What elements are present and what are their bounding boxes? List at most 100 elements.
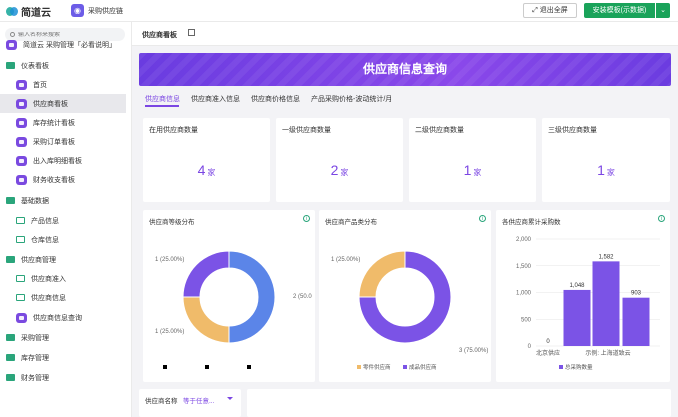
sidebar-item[interactable]: 供应商看板: [0, 94, 126, 113]
dashboard-icon: [16, 155, 27, 166]
tab-supplier-admission[interactable]: 供应商准入信息: [191, 94, 240, 104]
kpi-label: 二级供应商数量: [415, 127, 464, 134]
kpi-value: 1: [597, 162, 605, 178]
legend-label: 成品供应商: [409, 363, 437, 371]
sidebar-item[interactable]: 仪表看板: [0, 56, 126, 75]
tab-supplier-price[interactable]: 供应商价格信息: [251, 94, 300, 104]
chart-card-product: 供应商产品类分布 i 1 (25.00%) 3 (75.00%) 零件供应商 成品供应…: [319, 210, 491, 382]
kpi-unit: 家: [207, 168, 216, 177]
kpi-value: 4: [197, 162, 206, 178]
bar-value-label: 0: [546, 339, 550, 345]
data-label: 2 (50.0: [293, 294, 312, 300]
kpi-value: 2: [330, 162, 339, 178]
legend-swatch: [559, 365, 563, 369]
sidebar-item[interactable]: 财务收支看板: [0, 170, 126, 189]
sidebar-item[interactable]: 仓库信息: [0, 230, 126, 249]
dashboard-icon: [16, 174, 27, 185]
y-tick-label: 2,000: [516, 237, 532, 243]
dashboard-panel: 供应商信息 供应商准入信息 供应商价格信息 产品采购价格-波动统计/月 在用供应…: [139, 86, 671, 417]
exit-fullscreen-button[interactable]: ⤢ 退出全屏: [523, 3, 577, 18]
bar-value-label: 1,582: [598, 254, 614, 260]
content-tabs: 供应商信息 供应商准入信息 供应商价格信息 产品采购价格-波动统计/月: [139, 86, 671, 108]
data-label: 1 (25.00%): [331, 257, 360, 263]
legend-swatch: [247, 365, 251, 369]
kpi-unit: 家: [340, 168, 349, 177]
sidebar-item[interactable]: 基础数据: [0, 191, 126, 210]
sidebar-item[interactable]: 产品信息: [0, 211, 126, 230]
tab-supplier-info[interactable]: 供应商信息: [145, 94, 180, 104]
folder-icon: [6, 256, 15, 263]
chart-title: 供应商等级分布: [149, 219, 195, 226]
kpi-label: 在用供应商数量: [149, 127, 198, 134]
exit-fullscreen-label: 退出全屏: [539, 7, 568, 14]
app-icon: ◉: [71, 4, 84, 17]
kpi-card: 二级供应商数量 1家: [409, 118, 536, 202]
results-area: [247, 389, 671, 417]
sidebar-item[interactable]: 简道云 采购管理「必看说明」: [0, 35, 126, 54]
dashboard-icon: [16, 117, 27, 128]
page-icon: [6, 39, 17, 50]
tab-price-fluctuation[interactable]: 产品采购价格-波动统计/月: [311, 94, 392, 104]
sidebar-item[interactable]: 库存统计看板: [0, 113, 126, 132]
dashboard-icon: [16, 79, 27, 90]
filter-value: 等于任意...: [183, 398, 215, 405]
banner: 供应商信息查询: [139, 53, 671, 86]
bar-value-label: 903: [631, 291, 642, 297]
sidebar-item-label: 采购订单看板: [33, 138, 75, 146]
legend-swatch: [403, 365, 407, 369]
app-name: 采购供应链: [88, 7, 123, 15]
bar: [592, 261, 620, 346]
sidebar-item-label: 简道云 采购管理「必看说明」: [23, 41, 116, 49]
sidebar-item[interactable]: 库存管理: [0, 348, 126, 367]
info-icon[interactable]: i: [479, 215, 486, 222]
sidebar-item[interactable]: 供应商信息: [0, 288, 126, 307]
sidebar-item[interactable]: 供应商管理: [0, 250, 126, 269]
chart-title: 各供应商累计采购数: [502, 219, 561, 226]
install-template-dropdown[interactable]: ⌄: [656, 3, 670, 18]
kpi-value: 1: [463, 162, 472, 178]
y-tick-label: 1,500: [516, 264, 532, 270]
sidebar-item[interactable]: 首页: [0, 75, 126, 94]
bar-value-label: 1,048: [569, 283, 585, 289]
sidebar-item[interactable]: 采购管理: [0, 328, 126, 347]
donut-chart-product: 1 (25.00%) 3 (75.00%) 零件供应商 成品供应商: [331, 250, 488, 371]
sidebar-item-label: 出入库明细看板: [33, 157, 82, 165]
sidebar-item[interactable]: 出入库明细看板: [0, 151, 126, 170]
sidebar-item[interactable]: 供应商准入: [0, 269, 126, 288]
sidebar-item[interactable]: 财务管理: [0, 368, 126, 387]
pie-slice: [182, 296, 230, 344]
top-bar: 简道云 ◉ 采购供应链 ⤢ 退出全屏 安装模板(示数据) ⌄: [0, 0, 678, 22]
sidebar-item[interactable]: 采购订单看板: [0, 132, 126, 151]
sidebar-item-label: 供应商看板: [33, 100, 68, 108]
folder-open-icon: [16, 275, 25, 282]
kpi-card: 一级供应商数量 2家: [276, 118, 403, 202]
sidebar-item[interactable]: 供应商信息查询: [0, 308, 126, 327]
kpi-label: 一级供应商数量: [282, 127, 331, 134]
folder-icon: [6, 197, 15, 204]
kpi-unit: 家: [606, 168, 615, 177]
expand-icon[interactable]: [188, 29, 195, 36]
filter-row: 供应商名称 等于任意...: [139, 389, 671, 417]
bar: [622, 297, 650, 346]
supplier-filter[interactable]: 供应商名称 等于任意...: [139, 389, 241, 417]
filter-label: 供应商名称: [145, 398, 178, 405]
folder-icon: [6, 354, 15, 361]
pie-slice: [358, 250, 406, 298]
info-icon[interactable]: i: [658, 215, 665, 222]
chart-card-level: 供应商等级分布 i 1 (25.00%) 1 (25.00%) 2 (50.0: [143, 210, 315, 382]
sidebar-item-label: 财务收支看板: [33, 176, 75, 184]
banner-title: 供应商信息查询: [362, 62, 447, 76]
tab-supplier-board[interactable]: 供应商看板: [142, 30, 177, 40]
install-template-button[interactable]: 安装模板(示数据): [584, 3, 655, 18]
folder-open-icon: [16, 294, 25, 301]
folder-open-icon: [16, 236, 25, 243]
chart-card-purchase: 各供应商累计采购数 i 2,000 1,500 1,000 500 0 0 1,048 1,5…: [496, 210, 670, 382]
x-tick-label: 示例: 上海道致云: [585, 349, 630, 357]
legend-label: 总采购数量: [565, 363, 593, 371]
sidebar-item-label: 基础数据: [21, 197, 49, 205]
sidebar-item-label: 供应商信息查询: [33, 314, 82, 322]
sidebar-item-label: 首页: [33, 81, 47, 89]
brand-logo[interactable]: 简道云: [6, 4, 51, 19]
info-icon[interactable]: i: [303, 215, 310, 222]
app-badge[interactable]: ◉ 采购供应链: [71, 4, 123, 17]
